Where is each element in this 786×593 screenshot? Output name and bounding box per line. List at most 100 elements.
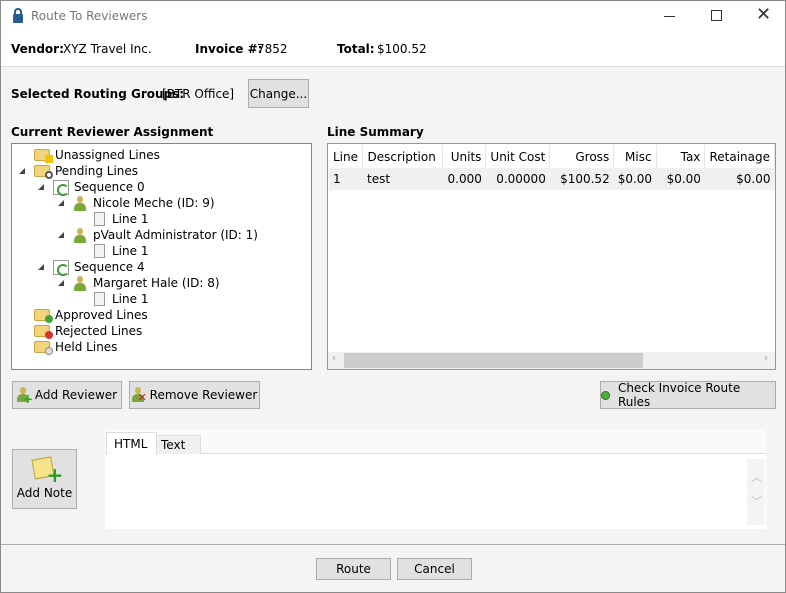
- col-description[interactable]: Description: [362, 145, 444, 168]
- footer-divider: [1, 544, 785, 545]
- invoice-value: 7852: [257, 42, 288, 56]
- tree-node-reviewer[interactable]: Margaret Hale (ID: 8): [12, 275, 310, 291]
- title-bar: Route To Reviewers ✕: [1, 1, 785, 33]
- add-note-button[interactable]: + Add Note: [12, 449, 77, 509]
- user-icon: [74, 276, 86, 291]
- note-tab-strip: [105, 429, 766, 454]
- scroll-up-icon[interactable]: ︿: [751, 469, 762, 485]
- tree-node-approved[interactable]: Approved Lines: [12, 307, 310, 323]
- scroll-right-icon[interactable]: ›: [764, 353, 768, 364]
- reviewer-tree[interactable]: Unassigned Lines Pending Lines Sequence …: [11, 143, 312, 370]
- expand-toggle[interactable]: [58, 280, 64, 286]
- sequence-icon: [53, 180, 69, 196]
- maximize-icon[interactable]: [711, 10, 722, 21]
- routing-groups-value: [BTR Office]: [162, 87, 235, 101]
- note-body-input[interactable]: [106, 455, 746, 529]
- tree-node-line[interactable]: Line 1: [12, 243, 310, 259]
- cell-retainage: $0.00: [704, 168, 775, 190]
- expand-toggle[interactable]: [58, 232, 64, 238]
- folder-search-icon: [34, 165, 53, 179]
- sequence-icon: [53, 260, 69, 276]
- tree-node-sequence-4[interactable]: Sequence 4: [12, 259, 310, 276]
- col-unit-cost[interactable]: Unit Cost: [485, 145, 551, 168]
- vendor-value: XYZ Travel Inc.: [63, 42, 152, 56]
- window-title: Route To Reviewers: [31, 9, 148, 23]
- line-summary-grid[interactable]: Line Description Units Unit Cost Gross M…: [327, 143, 776, 370]
- cell-description: test: [362, 168, 443, 190]
- col-retainage[interactable]: Retainage: [704, 145, 775, 168]
- total-value: $100.52: [377, 42, 427, 56]
- cancel-label: Cancel: [414, 562, 455, 576]
- cell-unit-cost: 0.00000: [485, 168, 550, 190]
- route-to-reviewers-window: Route To Reviewers ✕ Vendor: XYZ Travel …: [0, 0, 786, 593]
- cell-tax: $0.00: [656, 168, 705, 190]
- total-label: Total:: [337, 42, 375, 56]
- table-row[interactable]: 1 test 0.000 0.00000 $100.52 $0.00 $0.00…: [329, 168, 775, 190]
- user-icon: [74, 196, 86, 211]
- folder-warning-icon: [34, 149, 53, 163]
- app-lock-icon: [13, 8, 23, 23]
- cancel-button[interactable]: Cancel: [397, 558, 472, 580]
- tab-html[interactable]: HTML: [106, 432, 157, 455]
- document-icon: [94, 292, 105, 306]
- remove-reviewer-label: Remove Reviewer: [149, 388, 258, 402]
- grid-header-row: Line Description Units Unit Cost Gross M…: [329, 145, 775, 168]
- expand-toggle[interactable]: [58, 200, 64, 206]
- scroll-down-icon[interactable]: ﹀: [751, 493, 762, 509]
- tree-node-sequence-0[interactable]: Sequence 0: [12, 179, 310, 196]
- check-rules-label: Check Invoice Route Rules: [617, 381, 741, 409]
- tree-node-line[interactable]: Line 1: [12, 211, 310, 227]
- status-green-icon: [601, 390, 610, 400]
- folder-approved-icon: [34, 309, 53, 323]
- check-invoice-route-rules-button[interactable]: Check Invoice Route Rules: [600, 381, 776, 409]
- vendor-label: Vendor:: [11, 42, 64, 56]
- cell-misc: $0.00: [613, 168, 657, 190]
- add-user-icon: +: [16, 387, 33, 406]
- tree-node-pending[interactable]: Pending Lines: [12, 163, 310, 179]
- vertical-scrollbar[interactable]: ︿ ﹀: [747, 459, 765, 525]
- change-button-label: Change...: [249, 86, 308, 101]
- cell-line: 1: [329, 168, 363, 190]
- col-units[interactable]: Units: [442, 145, 487, 168]
- col-line[interactable]: Line: [329, 145, 364, 168]
- line-summary-title: Line Summary: [327, 125, 424, 139]
- routing-groups-label: Selected Routing Groups:: [11, 87, 185, 101]
- cell-units: 0.000: [442, 168, 486, 190]
- tab-text[interactable]: Text: [156, 435, 201, 454]
- remove-reviewer-button[interactable]: ✕ Remove Reviewer: [129, 381, 260, 409]
- tree-node-line[interactable]: Line 1: [12, 291, 310, 307]
- tree-title: Current Reviewer Assignment: [11, 125, 214, 139]
- document-icon: [94, 244, 105, 258]
- route-button[interactable]: Route: [316, 558, 391, 580]
- col-tax[interactable]: Tax: [656, 145, 706, 168]
- expand-toggle[interactable]: [19, 168, 25, 174]
- expand-toggle[interactable]: [38, 264, 44, 270]
- folder-rejected-icon: [34, 325, 53, 339]
- minimize-icon[interactable]: [664, 16, 675, 17]
- remove-user-icon: ✕: [131, 387, 147, 404]
- add-reviewer-button[interactable]: + Add Reviewer: [12, 381, 122, 409]
- expand-toggle[interactable]: [38, 184, 44, 190]
- user-icon: [74, 228, 86, 243]
- col-gross[interactable]: Gross: [549, 145, 615, 168]
- tree-node-reviewer[interactable]: Nicole Meche (ID: 9): [12, 195, 310, 211]
- col-misc[interactable]: Misc: [613, 145, 657, 168]
- horizontal-scrollbar[interactable]: ‹ ›: [328, 352, 775, 369]
- add-reviewer-label: Add Reviewer: [34, 388, 118, 402]
- folder-held-icon: [34, 341, 53, 355]
- tree-node-rejected[interactable]: Rejected Lines: [12, 323, 310, 339]
- tree-node-reviewer[interactable]: pVault Administrator (ID: 1): [12, 227, 310, 243]
- document-icon: [94, 212, 105, 226]
- route-label: Route: [336, 562, 371, 576]
- scrollbar-thumb[interactable]: [344, 353, 643, 368]
- add-note-icon: +: [30, 456, 63, 485]
- close-icon[interactable]: ✕: [756, 4, 771, 25]
- tree-node-held[interactable]: Held Lines: [12, 339, 310, 355]
- invoice-label: Invoice #:: [195, 42, 263, 56]
- change-button[interactable]: Change...: [248, 79, 309, 108]
- note-editor: HTML Text ︿ ﹀: [105, 429, 766, 529]
- scroll-left-icon[interactable]: ‹: [332, 353, 336, 364]
- add-note-label: Add Note: [16, 486, 73, 500]
- cell-gross: $100.52: [549, 168, 614, 190]
- tree-node-unassigned[interactable]: Unassigned Lines: [12, 147, 310, 163]
